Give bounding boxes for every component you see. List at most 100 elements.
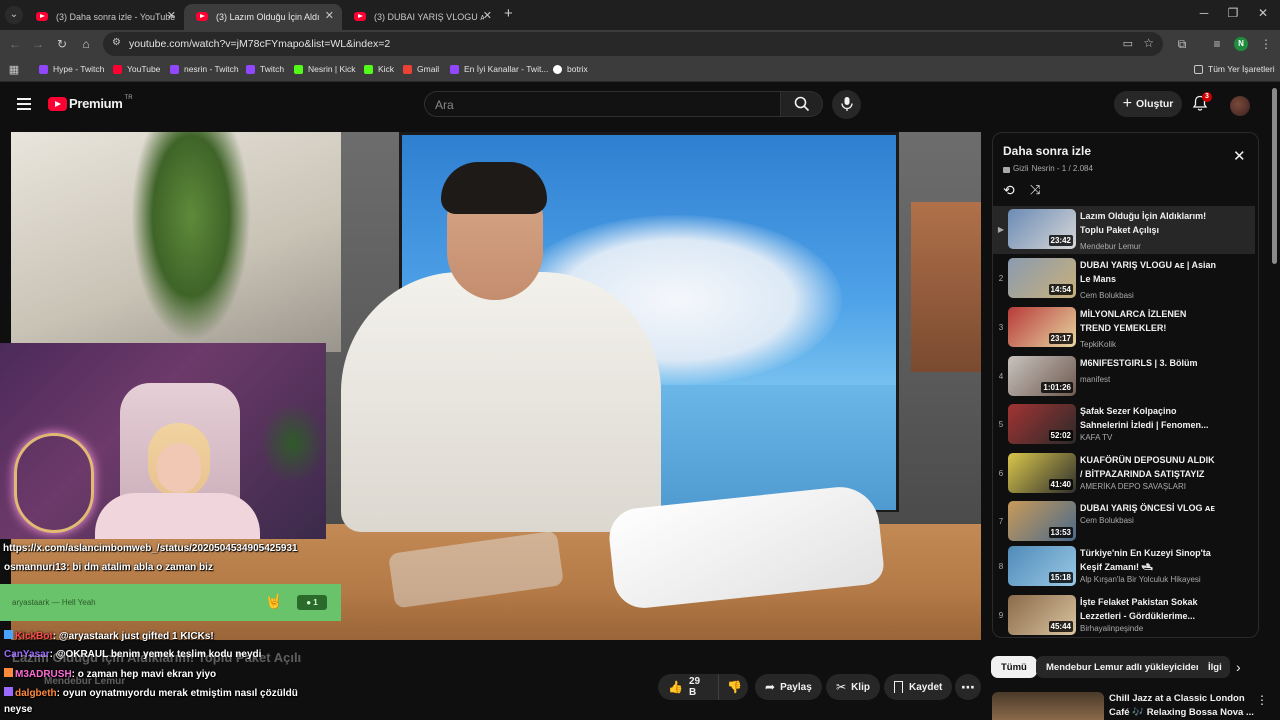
back-icon[interactable]: ← bbox=[7, 37, 23, 51]
youtube-icon bbox=[113, 64, 122, 74]
playlist-panel: Daha sonra izle Gizli Nesrin - 1 / 2.084… bbox=[992, 132, 1259, 638]
playlist-item[interactable]: 2 14:54 DUBAI YARIŞ VLOGU ᴀᴇ | Asian Le … bbox=[993, 255, 1255, 303]
search-button[interactable] bbox=[781, 91, 823, 117]
create-button[interactable]: + Oluştur bbox=[1114, 91, 1182, 117]
youtube-favicon-icon bbox=[196, 12, 208, 21]
video-channel: KAFA TV bbox=[1080, 433, 1113, 442]
home-icon[interactable]: ⌂ bbox=[78, 37, 94, 51]
close-window-icon[interactable]: ✕ bbox=[1253, 6, 1273, 20]
playlist-meta: Gizli Nesrin - 1 / 2.084 bbox=[1003, 164, 1093, 173]
tab-close-icon[interactable]: ✕ bbox=[483, 9, 492, 22]
playlist-item[interactable]: 3 23:17 MİLYONLARCA İZLENEN TREND YEMEKL… bbox=[993, 304, 1255, 352]
bookmark-nesrin-twitch[interactable]: nesrin - Twitch bbox=[170, 64, 239, 74]
video-title: Lazım Olduğu İçin Aldıklarım! Toplu Pake… bbox=[12, 650, 302, 665]
bookmark-best-channels[interactable]: En İyi Kanallar - Twit... bbox=[450, 64, 548, 74]
playlist-title[interactable]: Daha sonra izle bbox=[1003, 144, 1091, 158]
playlist-item[interactable]: 5 52:02 Şafak Sezer Kolpaçino Sahnelerin… bbox=[993, 401, 1255, 449]
video-channel: manifest bbox=[1080, 375, 1111, 384]
recommendation-title[interactable]: Chill Jazz at a Classic London Café 🎶 Re… bbox=[1109, 692, 1259, 720]
recommendation-more-icon[interactable]: ⋮ bbox=[1256, 693, 1268, 707]
recommendation-thumbnail[interactable] bbox=[992, 692, 1104, 720]
hamburger-menu-icon[interactable] bbox=[17, 98, 31, 110]
tab-close-icon[interactable]: ✕ bbox=[167, 9, 176, 22]
playlist-item[interactable]: 6 41:40 KUAFÖRÜN DEPOSUNU ALDIK / BİTPAZ… bbox=[993, 450, 1255, 498]
video-title: İşte Felaket Pakistan Sokak Lezzetleri -… bbox=[1080, 597, 1198, 621]
youtube-premium-logo[interactable]: Premium TR bbox=[48, 94, 133, 111]
media-icon[interactable]: ≡ bbox=[1209, 37, 1225, 51]
youtube-favicon-icon bbox=[36, 12, 48, 21]
page-scrollbar[interactable] bbox=[1272, 88, 1277, 264]
tab-label: (3) Lazım Olduğu İçin Aldıklarım bbox=[216, 12, 320, 22]
video-thumbnail: 23:42 bbox=[1008, 209, 1076, 249]
more-actions-button[interactable]: ⋯ bbox=[955, 674, 981, 700]
site-info-icon[interactable]: ⚙ bbox=[112, 37, 121, 48]
share-button[interactable]: ➦ Paylaş bbox=[755, 674, 822, 700]
bookmark-hype-twitch[interactable]: Hype - Twitch bbox=[39, 64, 104, 74]
video-channel: Cem Bolukbasi bbox=[1080, 516, 1134, 525]
voice-search-button[interactable] bbox=[832, 90, 861, 119]
restore-icon[interactable]: ❐ bbox=[1223, 6, 1243, 20]
twitch-icon bbox=[170, 64, 179, 74]
bookmark-nesrin-kick[interactable]: Nesrin | Kick bbox=[294, 64, 356, 74]
shuffle-icon[interactable]: ⤨ bbox=[1030, 182, 1040, 198]
playlist-item[interactable]: 8 15:18 Türkiye'nin En Kuzeyi Sinop'ta K… bbox=[993, 543, 1255, 591]
chip-from-uploader[interactable]: Mendebur Lemur adlı yükleyiciden bbox=[1036, 656, 1212, 678]
video-title: DUBAI YARIŞ ÖNCESİ VLOG ᴀᴇ bbox=[1080, 503, 1215, 513]
tab-close-icon[interactable]: ✕ bbox=[325, 9, 334, 22]
video-channel: Birhayalinpeşinde bbox=[1080, 624, 1144, 633]
dislike-button[interactable]: 👎 bbox=[718, 674, 748, 700]
extensions-icon[interactable]: ⧉ bbox=[1174, 37, 1190, 51]
tab-watch-later[interactable]: (3) Daha sonra izle - YouTube ✕ bbox=[24, 4, 184, 30]
gift-user: aryastaark — Hell Yeah bbox=[12, 598, 96, 607]
channel-name[interactable]: Mendebur Lemur bbox=[44, 676, 125, 687]
now-playing-icon: ▶ bbox=[997, 225, 1005, 234]
playlist-item[interactable]: 9 45:44 İşte Felaket Pakistan Sokak Lezz… bbox=[993, 592, 1255, 637]
bookmark-gmail[interactable]: Gmail bbox=[403, 64, 439, 74]
youtube-favicon-icon bbox=[354, 12, 366, 21]
account-avatar[interactable] bbox=[1230, 96, 1250, 116]
reload-icon[interactable]: ↻ bbox=[54, 37, 70, 51]
playlist-item[interactable]: 7 13:53 DUBAI YARIŞ ÖNCESİ VLOG ᴀᴇ Cem B… bbox=[993, 498, 1255, 546]
scissors-icon: ✂ bbox=[836, 680, 847, 694]
chip-related[interactable]: İlgi bbox=[1198, 656, 1230, 678]
profile-avatar[interactable]: N bbox=[1234, 37, 1248, 51]
kick-icon bbox=[364, 64, 373, 74]
chat-message: dalgbeth: oyun oynatmıyordu merak etmişt… bbox=[4, 687, 298, 699]
playlist-close-icon[interactable]: ✕ bbox=[1233, 149, 1246, 164]
video-channel: AMERİKA DEPO SAVAŞLARI bbox=[1080, 482, 1186, 491]
minimize-icon[interactable]: ─ bbox=[1194, 6, 1214, 20]
new-tab-button[interactable]: + bbox=[504, 6, 513, 22]
chips-next-icon[interactable]: › bbox=[1236, 659, 1241, 675]
notifications-button[interactable]: 3 bbox=[1192, 92, 1212, 115]
bookmark-twitch[interactable]: Twitch bbox=[246, 64, 284, 74]
playlist-item-current[interactable]: ▶ 23:42 Lazım Olduğu İçin Aldıklarım! To… bbox=[993, 206, 1255, 254]
tab-dubai-vlog[interactable]: (3) DUBAI YARIŞ VLOGU ᴀᴇ | Asi ✕ bbox=[342, 4, 500, 30]
apps-grid-icon[interactable]: ▦ bbox=[6, 63, 22, 77]
video-title: DUBAI YARIŞ VLOGU ᴀᴇ | Asian Le Mans bbox=[1080, 260, 1217, 284]
all-bookmarks[interactable]: Tüm Yer İşaretleri bbox=[1194, 64, 1275, 74]
video-channel: Mendebur Lemur bbox=[1080, 242, 1141, 251]
install-app-icon[interactable]: ▭ bbox=[1123, 37, 1133, 50]
like-button[interactable]: 👍 29 B bbox=[658, 674, 718, 700]
bookmark-kick[interactable]: Kick bbox=[364, 64, 394, 74]
bookmark-youtube[interactable]: YouTube bbox=[113, 64, 160, 74]
webcam-plant bbox=[260, 403, 326, 483]
address-bar[interactable]: ⚙ youtube.com/watch?v=jM78cFYmapo&list=W… bbox=[103, 32, 1163, 56]
chat-message: neyse bbox=[4, 704, 33, 715]
bookmark-star-icon[interactable]: ☆ bbox=[1143, 36, 1154, 50]
chip-all[interactable]: Tümü bbox=[991, 656, 1037, 678]
save-button[interactable]: Kaydet bbox=[884, 674, 953, 700]
clip-button[interactable]: ✂ Klip bbox=[826, 674, 880, 700]
tab-current-video[interactable]: (3) Lazım Olduğu İçin Aldıklarım ✕ bbox=[184, 4, 342, 30]
search-input[interactable]: Ara bbox=[424, 91, 781, 117]
playlist-item[interactable]: 4 1:01:26 M6NIFESTGIRLS | 3. Bölüm manif… bbox=[993, 353, 1255, 401]
browser-menu-icon[interactable]: ⋮ bbox=[1258, 37, 1274, 51]
loop-icon[interactable]: ⟲ bbox=[1003, 182, 1015, 199]
forward-icon[interactable]: → bbox=[30, 37, 46, 51]
logo-region: TR bbox=[124, 94, 133, 101]
bookmark-botrix[interactable]: botrix bbox=[553, 64, 588, 74]
tab-search-button[interactable]: ⌄ bbox=[5, 6, 23, 24]
video-title: Lazım Olduğu İçin Aldıklarım! Toplu Pake… bbox=[1080, 211, 1207, 235]
video-plant bbox=[131, 132, 251, 342]
stream-chat-overlay: https://x.com/aslancimbomweb_/status/202… bbox=[0, 538, 341, 720]
